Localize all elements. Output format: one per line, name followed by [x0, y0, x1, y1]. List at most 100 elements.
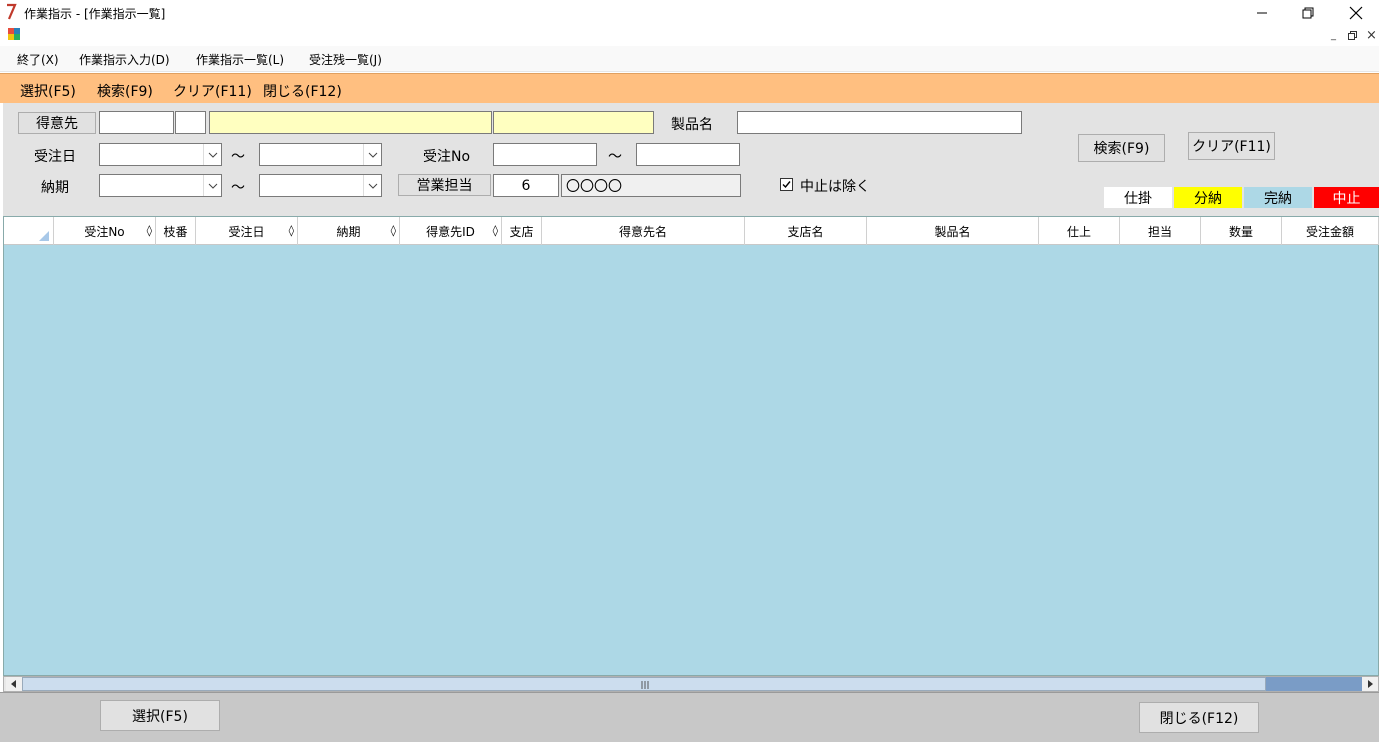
- column-header-label: 支店: [509, 224, 534, 239]
- column-header-order-date[interactable]: 受注日 ◊: [196, 217, 298, 245]
- title-bar: 作業指示 - [作業指示一覧]: [0, 0, 1379, 26]
- search-panel: 得意先 製品名 受注日 ～ 受注No ～ 納期 ～ 営業担当 6 〇〇〇〇 中止…: [3, 103, 1379, 216]
- tilde-separator: ～: [231, 180, 245, 196]
- column-header-order-no[interactable]: 受注No ◊: [54, 217, 156, 245]
- column-header-quantity[interactable]: 数量: [1201, 217, 1282, 245]
- column-header-label: 納期: [336, 224, 361, 239]
- column-header-branch-name[interactable]: 支店名: [745, 217, 867, 245]
- column-header-label: 枝番: [163, 224, 188, 239]
- order-no-from-input[interactable]: [493, 143, 597, 166]
- app-icon: [5, 3, 17, 21]
- exclude-cancelled-label[interactable]: 中止は除く: [800, 176, 870, 196]
- legend-cancelled: 中止: [1314, 187, 1379, 208]
- mdi-restore-icon[interactable]: [1345, 28, 1360, 43]
- fn-clear[interactable]: クリア(F11): [173, 81, 252, 101]
- tilde-separator: ～: [231, 149, 245, 165]
- sort-icon: ◊: [492, 224, 498, 237]
- column-header-branch-no[interactable]: 枝番: [156, 217, 196, 245]
- chevron-down-icon[interactable]: [363, 144, 381, 165]
- sort-icon: ◊: [390, 224, 396, 237]
- close-button[interactable]: 閉じる(F12): [1139, 702, 1259, 733]
- mdi-child-bar: _ ×: [0, 26, 1379, 46]
- column-header-label: 仕上: [1066, 224, 1091, 239]
- column-header-label: 受注日: [228, 224, 265, 239]
- column-header-finish[interactable]: 仕上: [1039, 217, 1120, 245]
- column-header-order-amount[interactable]: 受注金額: [1282, 217, 1379, 245]
- tilde-separator: ～: [608, 149, 622, 165]
- column-header-label: 担当: [1147, 224, 1172, 239]
- scrollbar-track[interactable]: [1266, 677, 1362, 691]
- column-header-label: 製品名: [934, 224, 971, 239]
- minimize-icon[interactable]: [1239, 0, 1285, 26]
- window-title: 作業指示 - [作業指示一覧]: [24, 7, 166, 21]
- search-button[interactable]: 検索(F9): [1078, 134, 1165, 162]
- delivery-label: 納期: [41, 180, 69, 196]
- column-header-label: 得意先ID: [426, 224, 475, 239]
- column-header-branch[interactable]: 支店: [502, 217, 542, 245]
- restore-icon[interactable]: [1285, 0, 1331, 26]
- order-no-to-input[interactable]: [636, 143, 740, 166]
- column-header-label: 数量: [1228, 224, 1253, 239]
- scroll-right-icon[interactable]: [1362, 677, 1378, 691]
- scrollbar-thumb[interactable]: [22, 677, 1266, 691]
- chevron-down-icon[interactable]: [363, 175, 381, 196]
- scroll-left-icon[interactable]: [6, 677, 22, 691]
- sales-rep-button[interactable]: 営業担当: [398, 174, 491, 196]
- fn-select[interactable]: 選択(F5): [20, 81, 76, 101]
- menu-exit[interactable]: 終了(X): [17, 51, 59, 68]
- checkmark-icon: [782, 181, 791, 189]
- product-name-label: 製品名: [671, 117, 713, 133]
- column-header-customer-id[interactable]: 得意先ID ◊: [400, 217, 502, 245]
- menu-bar: 終了(X) 作業指示入力(D) 作業指示一覧(L) 受注残一覧(J): [0, 46, 1379, 72]
- exclude-cancelled-checkbox[interactable]: [780, 178, 793, 191]
- customer-branch-field: [493, 111, 654, 134]
- select-button[interactable]: 選択(F5): [100, 700, 220, 731]
- order-date-label: 受注日: [34, 149, 76, 165]
- close-icon[interactable]: [1333, 0, 1379, 26]
- column-header-label: 得意先名: [618, 224, 667, 239]
- sort-icon: ◊: [146, 224, 152, 237]
- order-date-from-picker[interactable]: [99, 143, 222, 166]
- legend-completed: 完納: [1244, 187, 1312, 208]
- column-header-label: 受注No: [84, 224, 125, 239]
- fn-search[interactable]: 検索(F9): [97, 81, 153, 101]
- fn-close[interactable]: 閉じる(F12): [263, 81, 342, 101]
- menu-order-backlog[interactable]: 受注残一覧(J): [309, 51, 382, 68]
- column-header-product-name[interactable]: 製品名: [867, 217, 1039, 245]
- clear-button[interactable]: クリア(F11): [1188, 132, 1275, 160]
- column-header-label: 支店名: [787, 224, 824, 239]
- bottom-button-bar: 選択(F5) 閉じる(F12): [0, 692, 1379, 742]
- customer-sub-input[interactable]: [175, 111, 206, 134]
- grip-icon: [641, 681, 649, 689]
- column-header-staff[interactable]: 担当: [1120, 217, 1201, 245]
- select-all-corner[interactable]: [4, 217, 54, 245]
- chevron-down-icon[interactable]: [203, 175, 221, 196]
- delivery-from-picker[interactable]: [99, 174, 222, 197]
- work-order-grid[interactable]: 受注No ◊ 枝番 受注日 ◊ 納期 ◊ 得意先ID ◊ 支店 得意先名 支店名 製品名 仕上 担当 数量 受注…: [3, 216, 1379, 676]
- product-name-input[interactable]: [737, 111, 1022, 134]
- customer-button[interactable]: 得意先: [18, 112, 96, 134]
- legend-in-progress: 仕掛: [1104, 187, 1172, 208]
- sales-rep-name-field: 〇〇〇〇: [561, 174, 741, 197]
- function-key-bar: 選択(F5) 検索(F9) クリア(F11) 閉じる(F12): [0, 73, 1379, 103]
- horizontal-scrollbar[interactable]: [3, 676, 1379, 692]
- order-date-to-picker[interactable]: [259, 143, 382, 166]
- legend-partial-delivery: 分納: [1174, 187, 1242, 208]
- sales-rep-code-input[interactable]: 6: [493, 174, 559, 197]
- mdi-close-icon[interactable]: ×: [1364, 28, 1379, 43]
- grid-body[interactable]: [4, 245, 1378, 675]
- customer-name-field: [209, 111, 492, 134]
- menu-work-order-list[interactable]: 作業指示一覧(L): [196, 51, 284, 68]
- column-header-label: 受注金額: [1305, 224, 1354, 239]
- delivery-to-picker[interactable]: [259, 174, 382, 197]
- form-icon[interactable]: [7, 27, 21, 41]
- grid-header: 受注No ◊ 枝番 受注日 ◊ 納期 ◊ 得意先ID ◊ 支店 得意先名 支店名 製品名 仕上 担当 数量 受注…: [4, 217, 1379, 245]
- menu-work-order-entry[interactable]: 作業指示入力(D): [79, 51, 170, 68]
- mdi-minimize-icon[interactable]: _: [1326, 28, 1341, 43]
- order-no-label: 受注No: [423, 149, 471, 165]
- column-header-customer-name[interactable]: 得意先名: [542, 217, 745, 245]
- sort-icon: ◊: [288, 224, 294, 237]
- customer-code-input[interactable]: [99, 111, 174, 134]
- chevron-down-icon[interactable]: [203, 144, 221, 165]
- column-header-delivery[interactable]: 納期 ◊: [298, 217, 400, 245]
